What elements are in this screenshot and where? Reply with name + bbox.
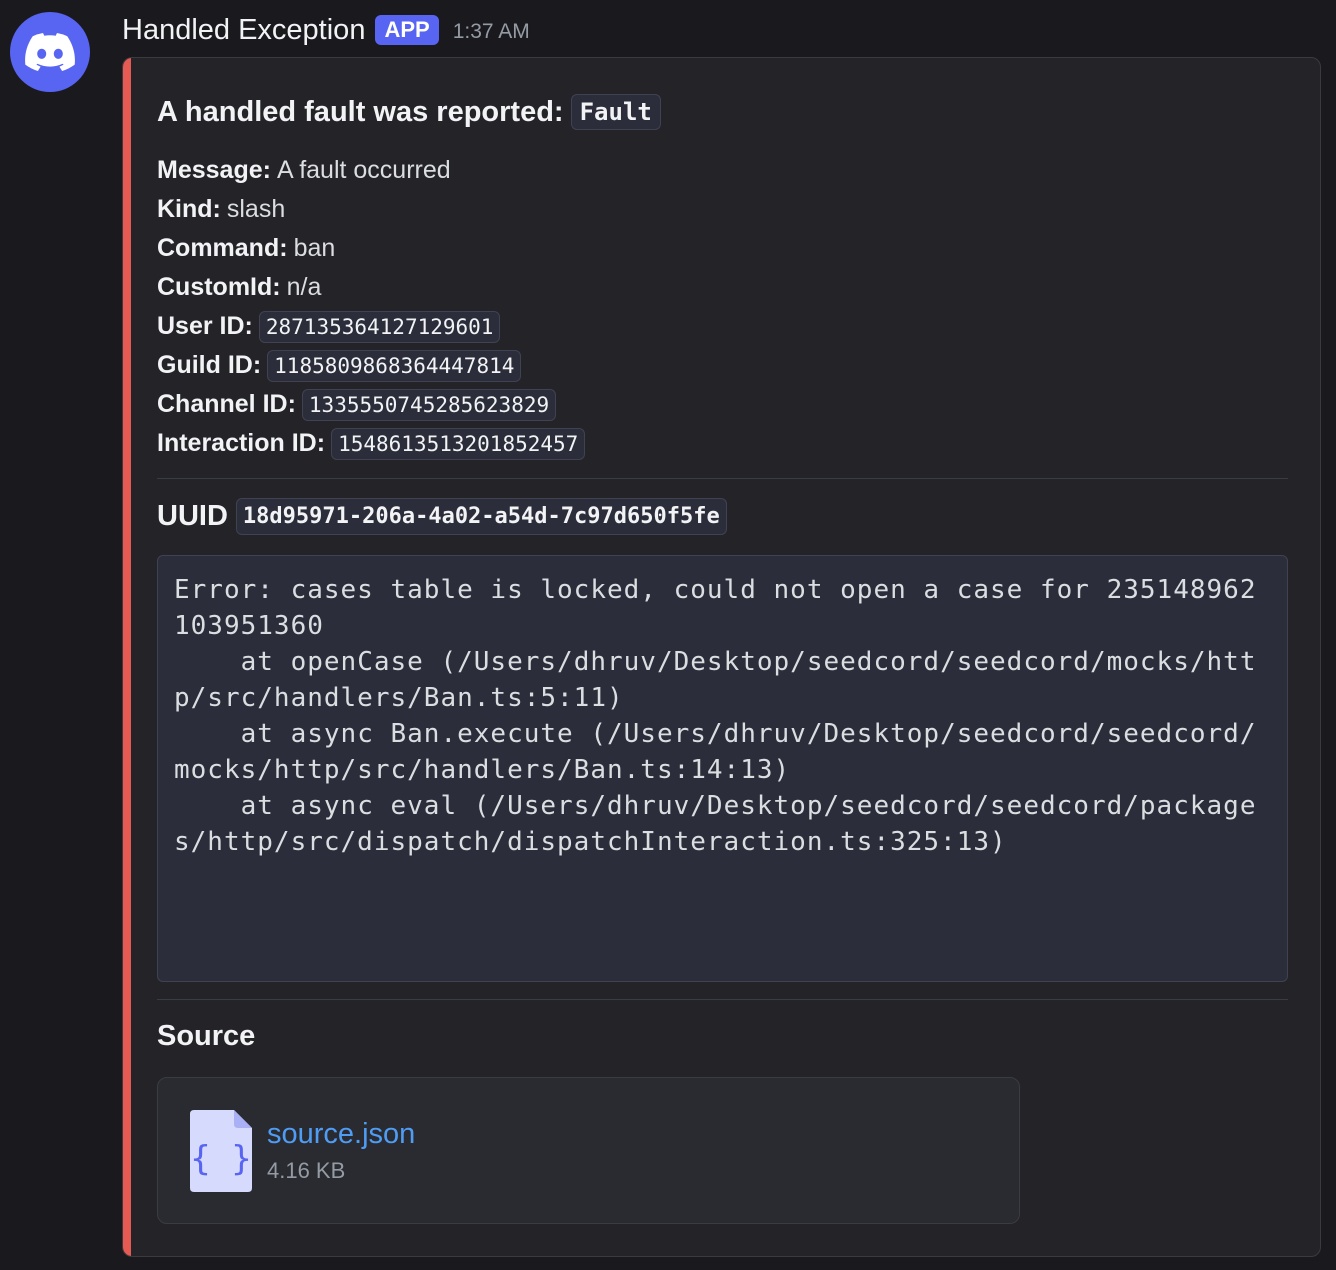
- embed-field: Command: ban: [157, 229, 1288, 268]
- discord-logo-icon: [25, 33, 75, 71]
- field-value: 1335550745285623829: [301, 388, 557, 421]
- embed-field: Kind: slash: [157, 190, 1288, 229]
- field-label: CustomId:: [157, 273, 281, 301]
- embed-field: CustomId: n/a: [157, 268, 1288, 307]
- divider: [157, 478, 1288, 479]
- json-file-icon: { }: [190, 1110, 252, 1192]
- embed-field: Channel ID: 1335550745285623829: [157, 385, 1288, 424]
- message-header: Handled Exception APP 1:37 AM: [122, 10, 530, 50]
- field-value: slash: [226, 195, 286, 223]
- embed-fields: Message: A fault occurred Kind: slash Comman…: [157, 151, 1288, 463]
- fault-code: Fault: [570, 94, 661, 130]
- message: Handled Exception APP 1:37 AM A handled …: [0, 0, 1336, 1270]
- embed-accent-bar: [123, 58, 131, 1256]
- field-value: n/a: [286, 273, 322, 301]
- divider: [157, 999, 1288, 1000]
- uuid-value: 18d95971-206a-4a02-a54d-7c97d650f5fe: [235, 498, 727, 535]
- attachment-filename[interactable]: source.json: [267, 1118, 415, 1151]
- embed-field: Interaction ID: 1548613513201852457: [157, 424, 1288, 463]
- uuid-label: UUID: [157, 500, 228, 532]
- field-label: Message:: [157, 156, 271, 184]
- field-label: Command:: [157, 234, 288, 262]
- source-title: Source: [157, 1020, 256, 1052]
- embed: A handled fault was reported: Fault Mess…: [122, 57, 1321, 1257]
- embed-field: User ID: 287135364127129601: [157, 307, 1288, 346]
- field-value: 287135364127129601: [258, 310, 501, 343]
- uuid-row: UUID 18d95971-206a-4a02-a54d-7c97d650f5f…: [157, 498, 727, 535]
- field-value: 1185809868364447814: [267, 349, 522, 382]
- author-name[interactable]: Handled Exception: [122, 14, 365, 47]
- field-label: User ID:: [157, 312, 253, 340]
- attachment-filesize: 4.16 KB: [267, 1158, 346, 1183]
- app-badge: APP: [375, 15, 439, 45]
- field-value: 1548613513201852457: [331, 427, 586, 460]
- embed-field: Message: A fault occurred: [157, 151, 1288, 190]
- file-attachment[interactable]: { } source.json 4.16 KB: [157, 1077, 1020, 1224]
- stack-trace-text: Error: cases table is locked, could not …: [174, 575, 1257, 857]
- field-label: Kind:: [157, 195, 221, 223]
- message-timestamp[interactable]: 1:37 AM: [453, 20, 530, 44]
- field-label: Channel ID:: [157, 390, 296, 418]
- embed-title: A handled fault was reported: Fault: [157, 94, 661, 130]
- avatar[interactable]: [10, 12, 90, 92]
- embed-title-text: A handled fault was reported:: [157, 95, 564, 128]
- field-value: A fault occurred: [276, 156, 451, 184]
- field-label: Interaction ID:: [157, 429, 326, 457]
- field-label: Guild ID:: [157, 351, 262, 379]
- stack-trace-codeblock[interactable]: Error: cases table is locked, could not …: [157, 555, 1288, 982]
- embed-field: Guild ID: 1185809868364447814: [157, 346, 1288, 385]
- svg-text:{ }: { }: [190, 1139, 251, 1179]
- field-value: ban: [293, 234, 336, 262]
